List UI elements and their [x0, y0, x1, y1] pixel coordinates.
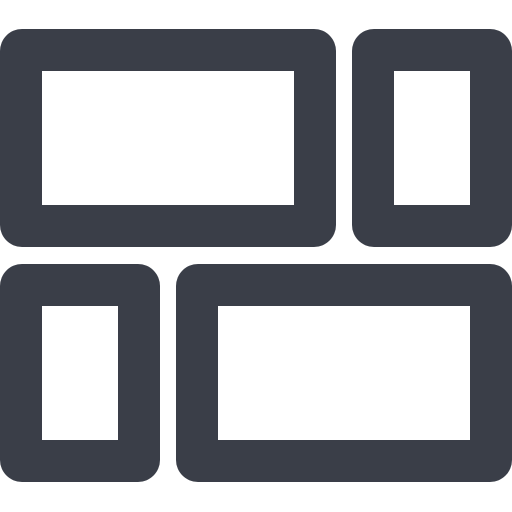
tile-top-wide [0, 29, 336, 247]
tile-top-narrow-inner [394, 71, 470, 205]
tile-bottom-wide [176, 264, 512, 482]
tile-top-narrow [352, 29, 512, 247]
masonry-grid-icon [0, 0, 512, 512]
tile-top-wide-inner [42, 71, 294, 205]
tile-bottom-wide-inner [218, 306, 470, 440]
tile-bottom-narrow [0, 264, 160, 482]
tile-bottom-narrow-inner [42, 306, 118, 440]
masonry-grid-svg [0, 29, 512, 482]
